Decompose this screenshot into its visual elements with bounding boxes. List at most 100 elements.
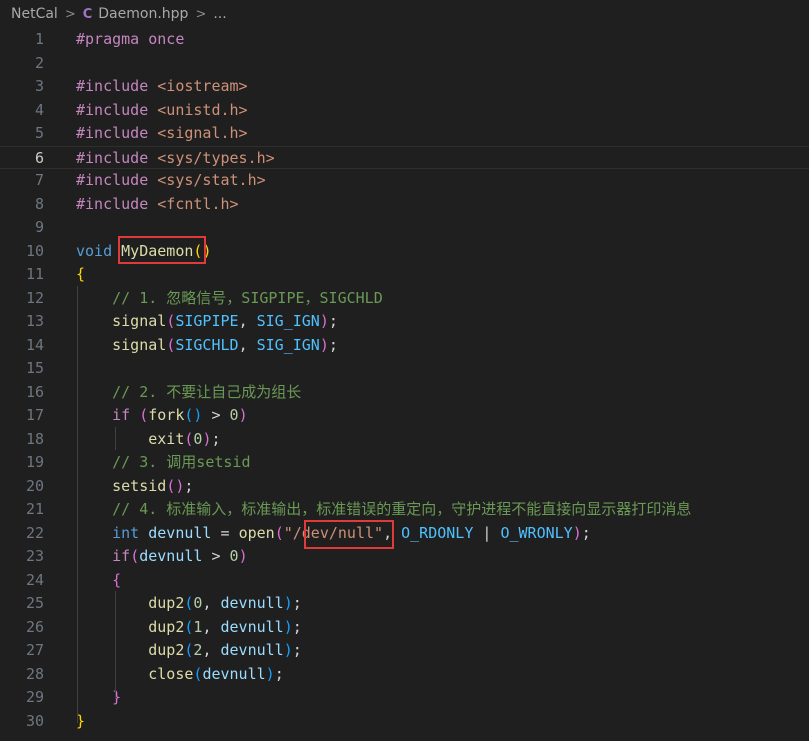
- code-line[interactable]: 8 #include <fcntl.h>: [0, 193, 809, 217]
- code-token: signal: [112, 312, 167, 330]
- code-token: dup2: [148, 594, 185, 612]
- code-token: (: [166, 335, 176, 354]
- code-token: {: [112, 570, 122, 589]
- code-token: ;: [211, 429, 221, 448]
- breadcrumb-more[interactable]: ...: [213, 6, 226, 22]
- code-line[interactable]: 25 dup2(0, devnull);: [0, 592, 809, 616]
- code-token: <sys/stat.h>: [157, 171, 266, 189]
- code-token: devnull: [148, 523, 212, 542]
- breadcrumb-file[interactable]: Daemon.hpp: [98, 6, 188, 22]
- code-token: once: [148, 30, 185, 48]
- code-text: #include <sys/types.h>: [76, 147, 275, 171]
- code-token: exit: [148, 429, 185, 448]
- code-line[interactable]: 20 setsid();: [0, 475, 809, 499]
- code-line[interactable]: 6 #include <sys/types.h>: [0, 145, 809, 171]
- code-token: ;: [292, 594, 302, 612]
- code-text: signal(SIGPIPE, SIG_IGN);: [76, 310, 338, 334]
- code-text: if (fork() > 0): [76, 404, 247, 428]
- code-text: exit(0);: [76, 428, 221, 452]
- code-text: #include <sys/stat.h>: [76, 169, 266, 193]
- code-line[interactable]: 30}: [0, 710, 809, 734]
- line-number: 17: [25, 406, 44, 424]
- line-number: 22: [25, 523, 44, 542]
- code-line[interactable]: 12 // 1. 忽略信号，SIGPIPE，SIGCHLD: [0, 287, 809, 311]
- chevron-right-icon: >: [195, 6, 207, 22]
- code-token: devnull: [220, 641, 284, 659]
- code-line[interactable]: 28 close(devnull);: [0, 663, 809, 687]
- code-text: // 1. 忽略信号，SIGPIPE，SIGCHLD: [76, 287, 383, 311]
- code-line[interactable]: 7 #include <sys/stat.h>: [0, 169, 809, 193]
- code-line[interactable]: 14 signal(SIGCHLD, SIG_IGN);: [0, 334, 809, 358]
- code-token: devnull: [202, 664, 266, 683]
- code-token: ;: [292, 641, 302, 659]
- line-number: 21: [25, 500, 44, 518]
- code-token: }: [112, 688, 122, 706]
- code-token: #include: [76, 171, 149, 189]
- code-editor[interactable]: 30} 29 } 28 close(devnull); 27 dup2(2, devn…: [0, 28, 809, 741]
- breadcrumb-folder[interactable]: NetCal: [11, 6, 58, 22]
- code-line[interactable]: 4 #include <unistd.h>: [0, 99, 809, 123]
- code-token: SIGCHLD: [175, 335, 239, 354]
- code-line[interactable]: 13 signal(SIGPIPE, SIG_IGN);: [0, 310, 809, 334]
- code-line[interactable]: 15: [0, 357, 809, 381]
- code-line[interactable]: 17 if (fork() > 0): [0, 404, 809, 428]
- code-token: ): [319, 312, 329, 330]
- code-token: devnull: [220, 617, 284, 636]
- code-line[interactable]: 26 dup2(1, devnull);: [0, 616, 809, 640]
- code-line[interactable]: 22 int devnull = open("/dev/null", O_RDO…: [0, 522, 809, 546]
- line-number: 13: [25, 312, 44, 330]
- code-token: (: [130, 547, 140, 565]
- code-text: setsid();: [76, 475, 193, 499]
- code-token: devnull: [220, 594, 284, 612]
- code-token: #include: [76, 148, 149, 167]
- code-token: (: [274, 523, 284, 542]
- code-line[interactable]: 1 #pragma once: [0, 28, 809, 52]
- code-token: ;: [274, 664, 284, 683]
- code-line[interactable]: 27 dup2(2, devnull);: [0, 639, 809, 663]
- code-line[interactable]: 24 {: [0, 569, 809, 593]
- code-line[interactable]: 5 #include <signal.h>: [0, 122, 809, 146]
- line-number: 30: [25, 711, 44, 730]
- code-token: setsid: [112, 476, 167, 495]
- code-text: dup2(0, devnull);: [76, 592, 302, 616]
- code-line[interactable]: 16 // 2. 不要让自己成为组长: [0, 381, 809, 405]
- code-text: {: [76, 263, 85, 287]
- line-number: 5: [34, 124, 44, 142]
- code-text: #include <iostream>: [76, 75, 248, 99]
- annotation-box-dev-null: [304, 520, 394, 549]
- code-token: ): [283, 594, 293, 612]
- code-token: 0: [229, 406, 239, 424]
- code-line[interactable]: 11 {: [0, 263, 809, 287]
- code-token: ,: [202, 641, 221, 659]
- code-line[interactable]: 18 exit(0);: [0, 428, 809, 452]
- code-token: ;: [292, 617, 302, 636]
- code-line[interactable]: 2: [0, 52, 809, 76]
- code-token: ): [283, 617, 293, 636]
- code-text: // 2. 不要让自己成为组长: [76, 381, 301, 405]
- code-line[interactable]: 21 // 4. 标准输入，标准输出，标准错误的重定向，守护进程不能直接向显示器…: [0, 498, 809, 522]
- code-token: open: [238, 523, 275, 542]
- code-token: // 1. 忽略信号，SIGPIPE，SIGCHLD: [112, 288, 383, 307]
- code-line[interactable]: 19 // 3. 调用setsid: [0, 451, 809, 475]
- code-token: {: [76, 265, 86, 283]
- code-token: int: [112, 523, 140, 542]
- indent-guide: [115, 427, 116, 450]
- code-line[interactable]: 29 }: [0, 686, 809, 710]
- code-token: =: [211, 523, 239, 542]
- code-text: dup2(2, devnull);: [76, 639, 302, 663]
- code-token: if: [112, 547, 131, 565]
- code-token: // 3. 调用setsid: [112, 453, 251, 471]
- code-line[interactable]: 23 if(devnull > 0): [0, 545, 809, 569]
- code-line[interactable]: 3 #include <iostream>: [0, 75, 809, 99]
